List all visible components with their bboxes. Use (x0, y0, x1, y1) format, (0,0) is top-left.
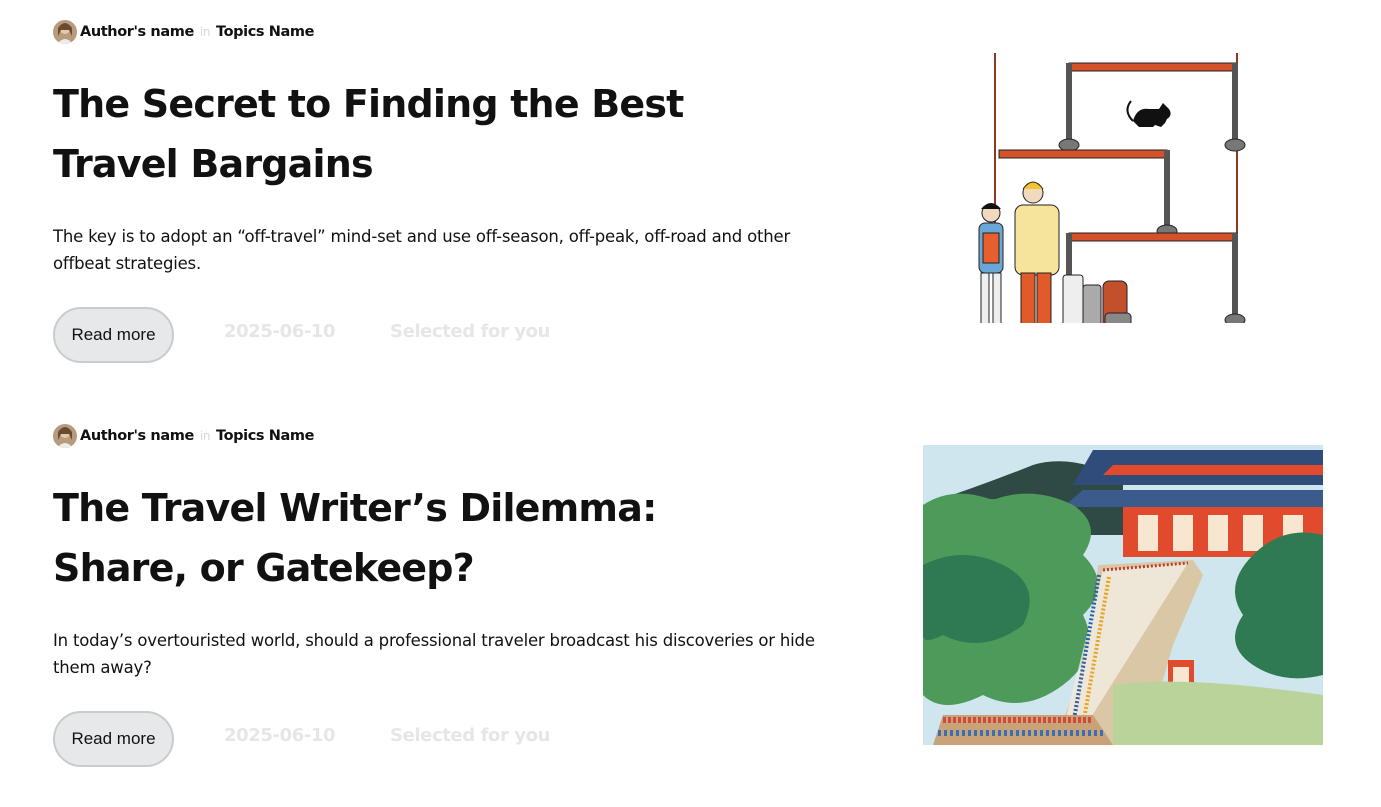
topic-name[interactable]: Topics Name (216, 24, 314, 40)
article-meta: Author's name in Topics Name (53, 422, 314, 450)
selected-tag: Selected for you (390, 725, 551, 746)
read-more-button[interactable]: Read more (53, 307, 174, 363)
temple-crowd-illustration (923, 445, 1323, 745)
author-name[interactable]: Author's name (80, 24, 194, 40)
article-meta: Author's name in Topics Name (53, 18, 314, 46)
topic-name[interactable]: Topics Name (216, 428, 314, 444)
article-title[interactable]: The Secret to Finding the Best Travel Ba… (53, 74, 773, 194)
read-more-button[interactable]: Read more (53, 711, 174, 767)
author-avatar[interactable] (53, 20, 77, 44)
in-separator: in (199, 429, 211, 443)
article-title[interactable]: The Travel Writer’s Dilemma: Share, or G… (53, 478, 773, 598)
selected-tag: Selected for you (390, 321, 551, 342)
article-actions: Read more 2025-06-10 Selected for you (53, 307, 653, 363)
article-actions: Read more 2025-06-10 Selected for you (53, 711, 653, 767)
article-summary: The key is to adopt an “off-travel” mind… (53, 227, 791, 273)
article-summary: In today’s overtouristed world, should a… (53, 631, 815, 677)
article-card: Author's name in Topics Name The Secret … (53, 18, 1323, 398)
article-date: 2025-06-10 (224, 725, 336, 746)
article-date: 2025-06-10 (224, 321, 336, 342)
in-separator: in (199, 25, 211, 39)
author-name[interactable]: Author's name (80, 428, 194, 444)
author-avatar[interactable] (53, 424, 77, 448)
article-card: Author's name in Topics Name The Travel … (53, 422, 1323, 802)
travel-queue-illustration (978, 53, 1246, 323)
